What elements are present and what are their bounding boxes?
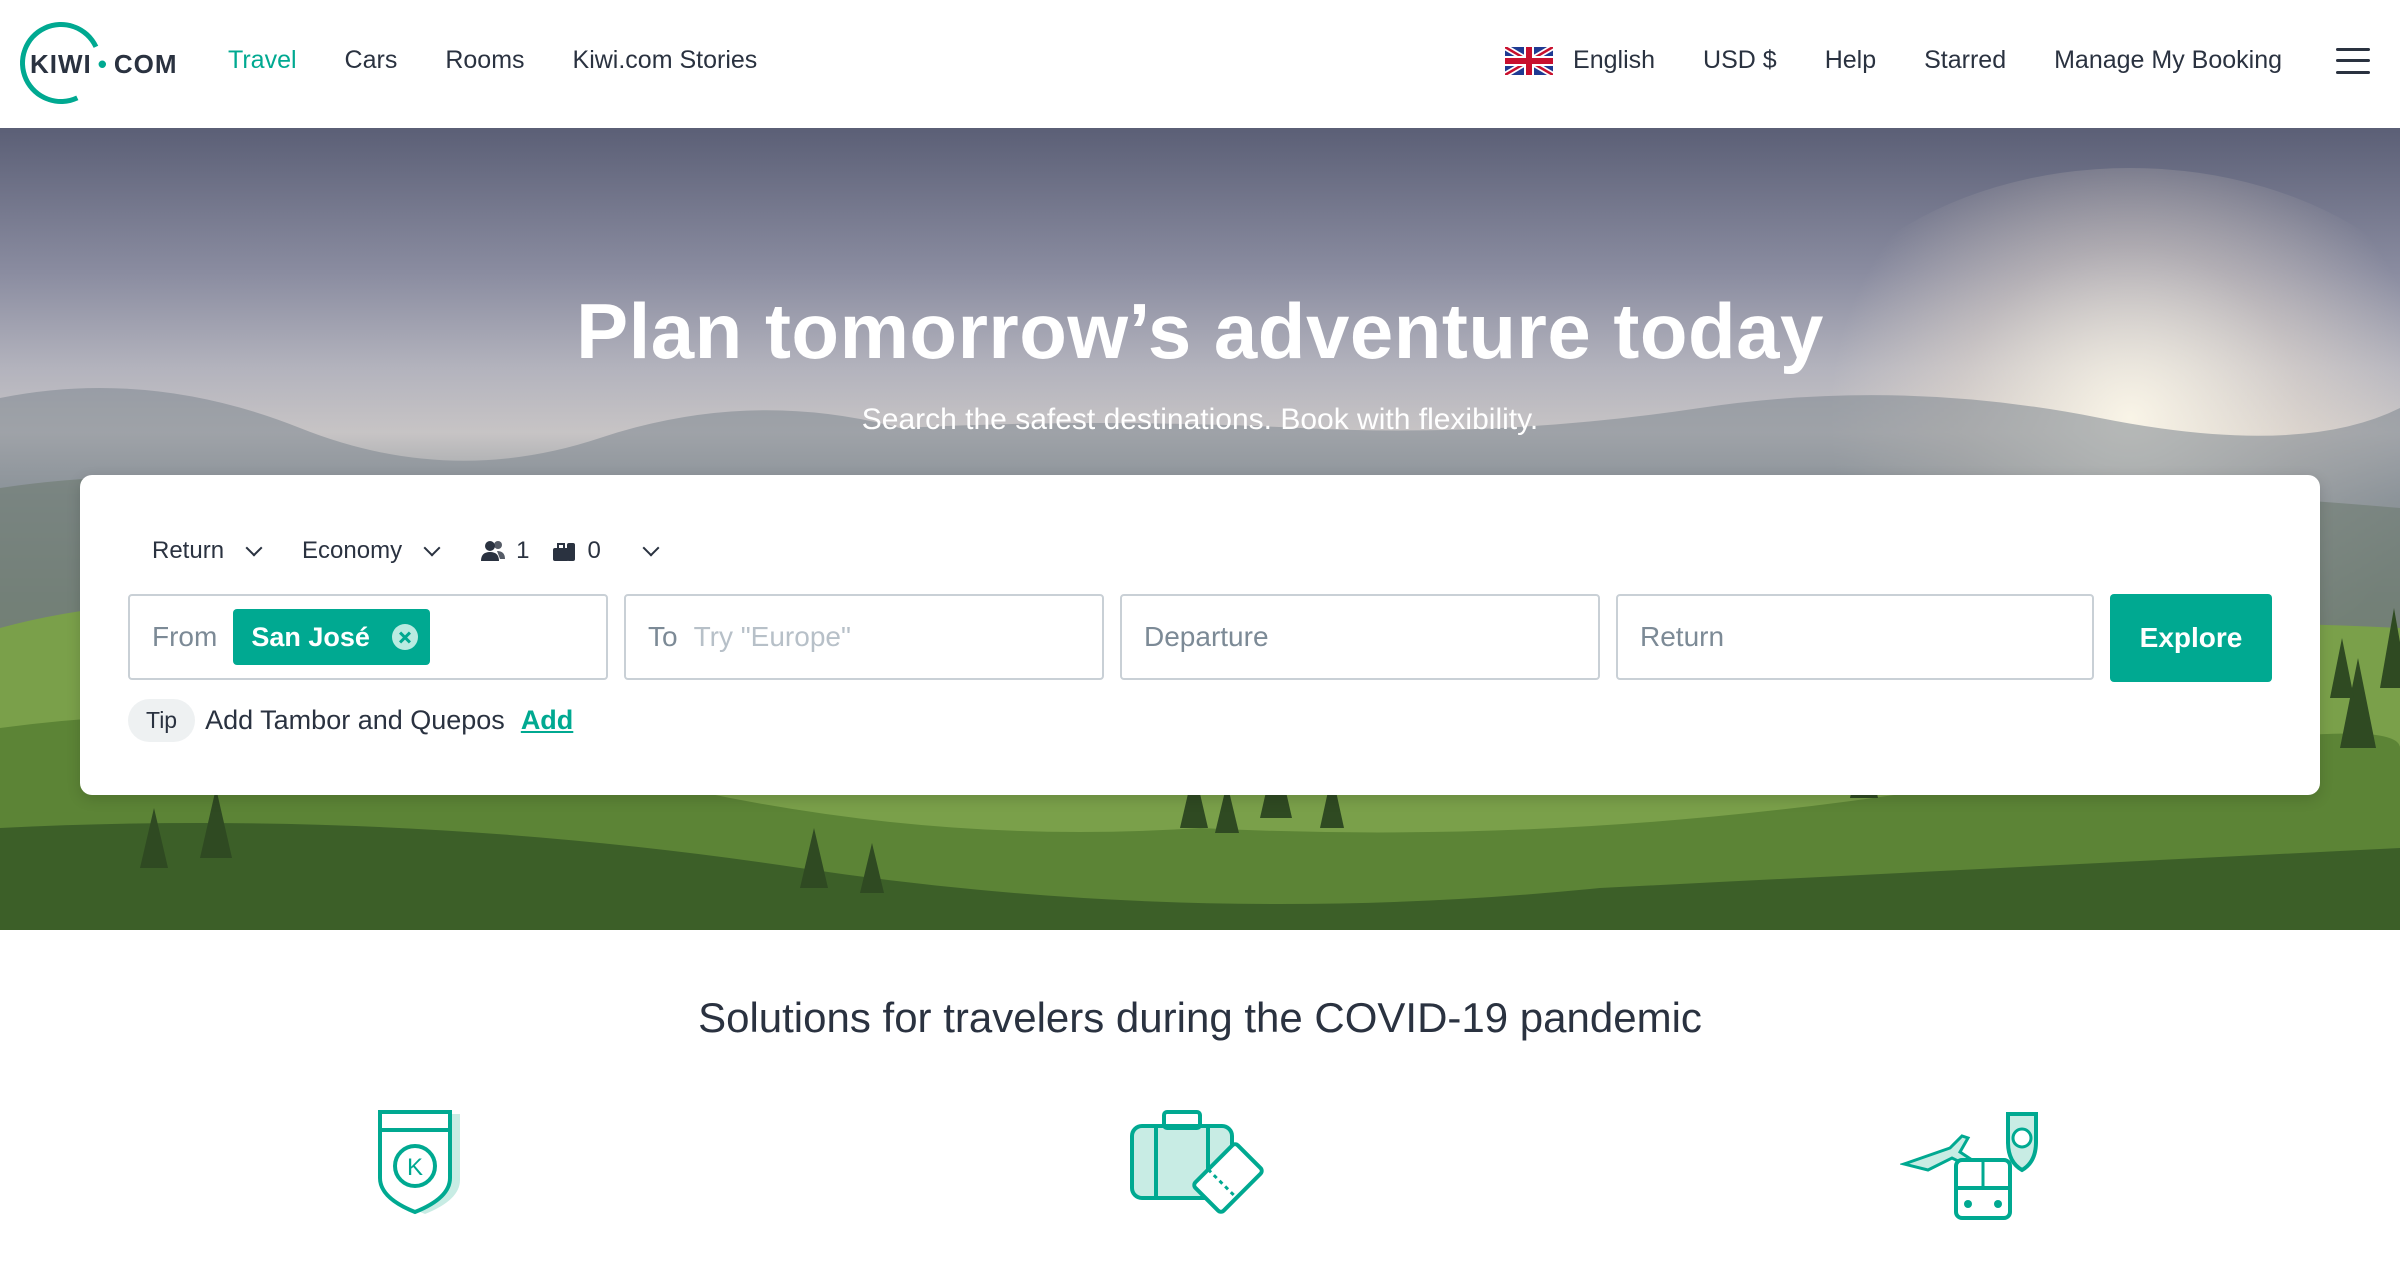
logo-text: KIWI • COM: [30, 49, 178, 79]
tip-text: Add Tambor and Quepos: [205, 705, 505, 735]
bags-icon: [553, 543, 576, 561]
chevron-down-icon: [423, 539, 441, 557]
cabin-class-value: Economy: [302, 537, 403, 564]
return-date-field[interactable]: Return: [1616, 594, 2094, 680]
chevron-down-icon: [642, 539, 660, 557]
solutions-title: Solutions for travelers during the COVID…: [698, 994, 1702, 1041]
nav-rooms[interactable]: Rooms: [445, 46, 524, 75]
currency-selector[interactable]: USD $: [1703, 46, 1777, 75]
explore-button[interactable]: Explore: [2110, 594, 2272, 682]
origin-value: San José: [251, 621, 370, 652]
nav-cars[interactable]: Cars: [345, 46, 398, 75]
secondary-nav: English USD $ Help Starred Manage My Boo…: [1505, 46, 2400, 75]
passenger-count: 1: [516, 537, 530, 564]
hero-title: Plan tomorrow’s adventure today: [576, 287, 1824, 375]
nav-travel[interactable]: Travel: [228, 46, 297, 75]
trip-type-select[interactable]: Return: [152, 537, 263, 565]
kiwi-guarantee-shield-icon: K: [378, 1110, 460, 1215]
nav-stories[interactable]: Kiwi.com Stories: [573, 46, 758, 75]
search-options: Return Economy 1 0: [152, 537, 699, 565]
to-placeholder: Try "Europe": [693, 621, 851, 652]
cabin-class-select[interactable]: Economy: [302, 537, 441, 565]
from-field[interactable]: From San José: [128, 594, 608, 680]
manage-booking-link[interactable]: Manage My Booking: [2054, 46, 2282, 75]
tip-add-link[interactable]: Add: [521, 705, 573, 736]
to-field[interactable]: To Try "Europe": [624, 594, 1104, 680]
luggage-ticket-icon: [1130, 1110, 1264, 1214]
hero-subtitle: Search the safest destinations. Book wit…: [861, 403, 1539, 436]
starred-link[interactable]: Starred: [1924, 46, 2006, 75]
chevron-down-icon: [245, 539, 263, 557]
primary-nav: Travel Cars Rooms Kiwi.com Stories: [228, 46, 805, 75]
search-form: Return Economy 1 0 From San José To Try …: [80, 475, 2320, 795]
language-selector[interactable]: English: [1573, 46, 1655, 75]
tip-row: Tip Add Tambor and Quepos Add: [128, 699, 573, 742]
from-label: From: [152, 621, 218, 652]
remove-origin-icon[interactable]: [391, 624, 418, 650]
to-label: To: [648, 621, 678, 652]
top-navigation: KIWI • COM Travel Cars Rooms Kiwi.com Stor…: [0, 0, 2400, 129]
svg-text:K: K: [407, 1154, 423, 1181]
help-link[interactable]: Help: [1825, 46, 1876, 75]
return-placeholder: Return: [1640, 621, 1725, 652]
bag-count: 0: [587, 537, 601, 564]
kiwi-logo[interactable]: KIWI • COM: [8, 10, 190, 116]
passengers-icon: [481, 541, 506, 561]
origin-chip[interactable]: San José: [233, 609, 430, 665]
multimodal-transport-icon: [1900, 1112, 2038, 1220]
departure-placeholder: Departure: [1144, 621, 1269, 652]
passengers-bags-select[interactable]: 1 0: [480, 537, 660, 565]
trip-type-value: Return: [152, 537, 225, 564]
tip-badge: Tip: [128, 699, 196, 742]
hamburger-menu-icon[interactable]: [2336, 47, 2370, 74]
departure-date-field[interactable]: Departure: [1120, 594, 1600, 680]
uk-flag-icon[interactable]: [1505, 46, 1554, 75]
